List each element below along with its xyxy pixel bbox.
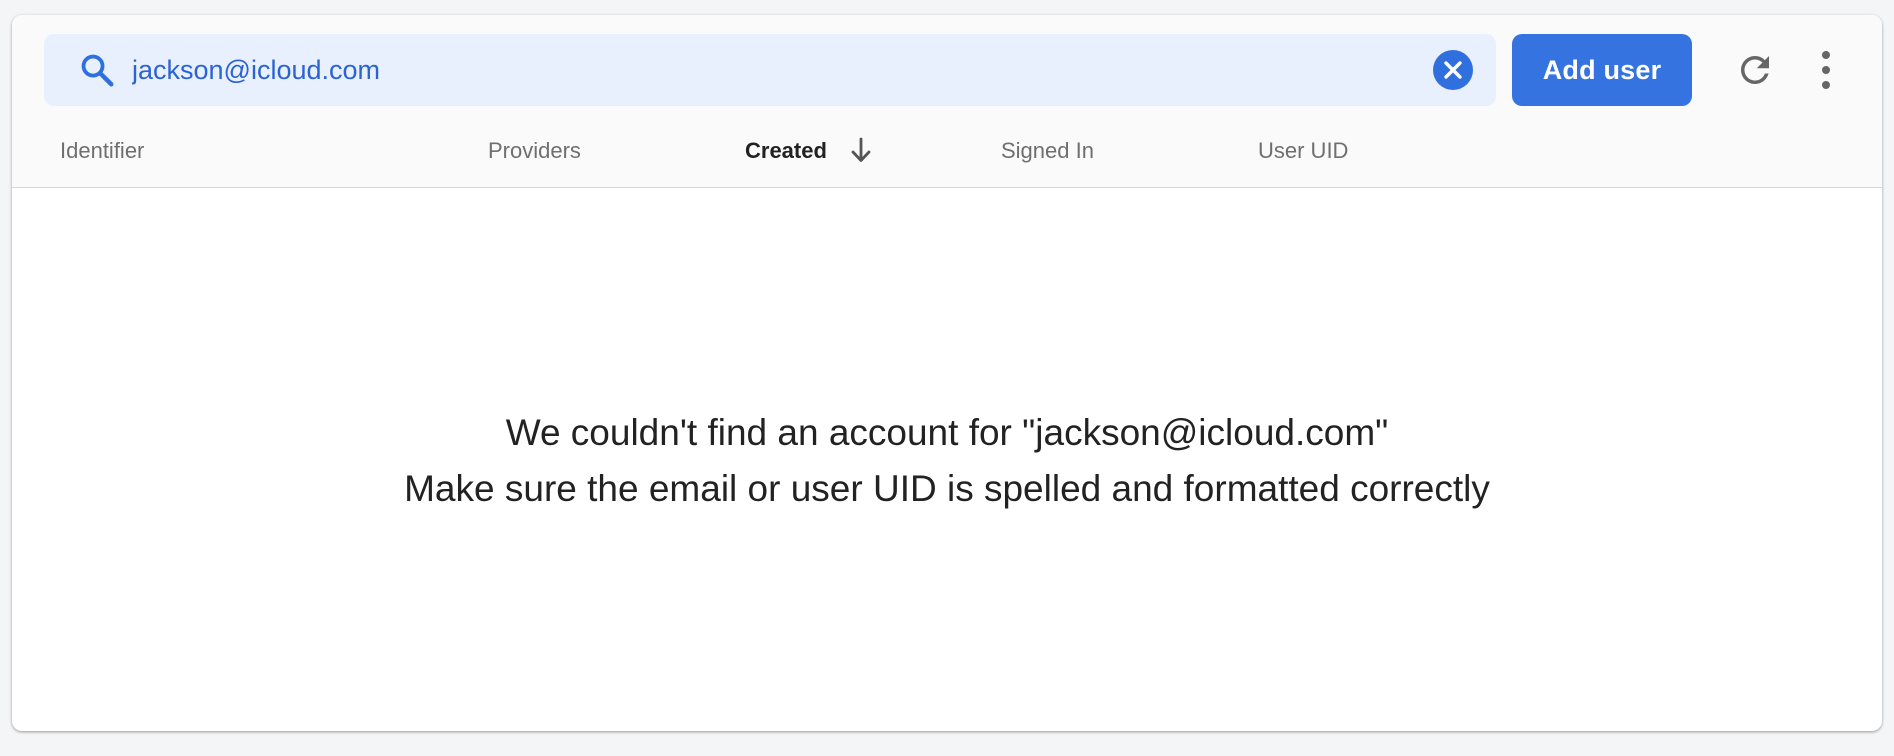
add-user-button[interactable]: Add user bbox=[1512, 34, 1692, 106]
clear-search-icon[interactable] bbox=[1433, 50, 1473, 90]
column-header-signed-in[interactable]: Signed In bbox=[1001, 130, 1094, 187]
empty-state-line-1: We couldn't find an account for "jackson… bbox=[505, 412, 1389, 453]
toolbar: Add user bbox=[12, 15, 1882, 130]
column-header-user-uid[interactable]: User UID bbox=[1258, 130, 1348, 187]
search-box[interactable] bbox=[44, 34, 1496, 106]
refresh-icon[interactable] bbox=[1734, 49, 1776, 91]
search-input[interactable] bbox=[132, 46, 1402, 94]
more-vert-icon[interactable] bbox=[1818, 49, 1834, 91]
column-header-providers[interactable]: Providers bbox=[488, 130, 581, 187]
empty-state-message: We couldn't find an account for "jackson… bbox=[12, 405, 1882, 517]
column-header-created[interactable]: Created bbox=[745, 130, 873, 187]
column-label: Identifier bbox=[60, 138, 145, 163]
table-header: Identifier Providers Created Signed In U… bbox=[12, 130, 1882, 188]
column-label: Signed In bbox=[1001, 138, 1094, 163]
column-label: User UID bbox=[1258, 138, 1349, 163]
column-label: Created bbox=[745, 138, 827, 163]
empty-state-line-2: Make sure the email or user UID is spell… bbox=[404, 468, 1490, 509]
column-label: Providers bbox=[488, 138, 581, 163]
search-icon bbox=[81, 54, 114, 87]
column-header-identifier[interactable]: Identifier bbox=[60, 130, 144, 187]
arrow-down-icon bbox=[851, 137, 871, 163]
users-table-card: Add user Identifier Providers Created Si… bbox=[12, 15, 1882, 731]
